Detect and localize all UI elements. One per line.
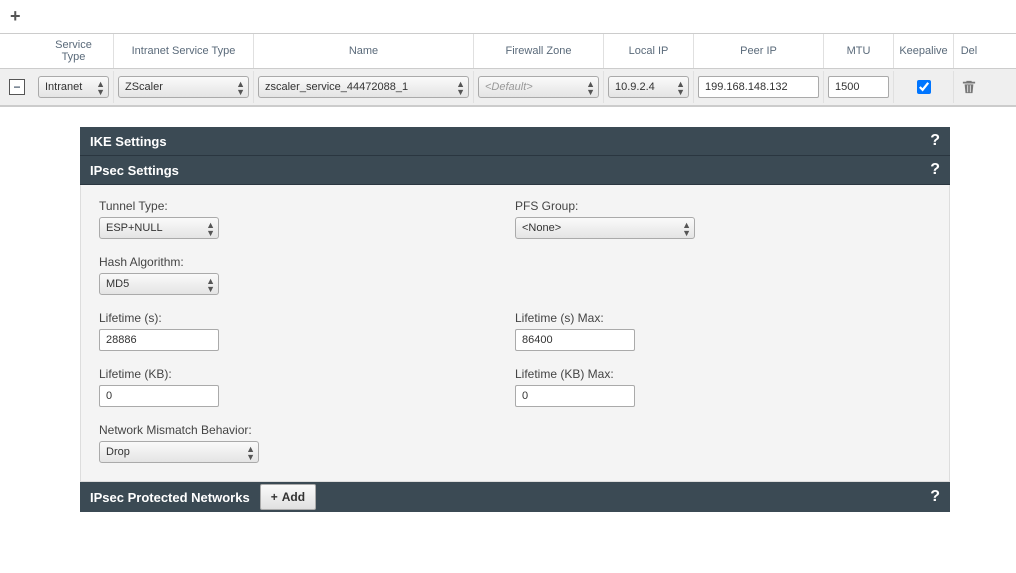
lifetime-s-input[interactable]: [99, 329, 219, 351]
select-value: 10.9.2.4: [615, 81, 655, 93]
col-label: Intranet Service Type: [132, 45, 236, 57]
select-value: Drop: [106, 446, 130, 458]
cell-collapse: −: [0, 71, 34, 103]
tunnel-type-select[interactable]: ESP+NULL ▲▼: [99, 217, 219, 239]
panel-title: IPsec Settings: [90, 163, 179, 178]
col-label: MTU: [847, 45, 871, 57]
lifetime-kb-max-input[interactable]: [515, 385, 635, 407]
lifetime-kb-max-label: Lifetime (KB) Max:: [515, 367, 931, 381]
mtu-input[interactable]: [828, 76, 889, 98]
cell-local-ip: 10.9.2.4 ▲▼: [604, 71, 694, 103]
cell-name: zscaler_service_44472088_1 ▲▼: [254, 71, 474, 103]
col-label: Keepalive: [899, 45, 947, 57]
trash-icon[interactable]: [962, 79, 976, 95]
col-label: Peer IP: [740, 45, 777, 57]
pfs-group-select[interactable]: <None> ▲▼: [515, 217, 695, 239]
services-grid: Service Type Intranet Service Type Name …: [0, 33, 1016, 107]
select-value: zscaler_service_44472088_1: [265, 81, 408, 93]
local-ip-select[interactable]: 10.9.2.4 ▲▼: [608, 76, 689, 98]
cell-intranet-service-type: ZScaler ▲▼: [114, 71, 254, 103]
col-label: Name: [349, 45, 378, 57]
lifetime-s-label: Lifetime (s):: [99, 311, 515, 325]
intranet-service-type-select[interactable]: ZScaler ▲▼: [118, 76, 249, 98]
col-label: Local IP: [629, 45, 669, 57]
select-value: <None>: [522, 222, 561, 234]
col-collapse: [0, 34, 34, 68]
lifetime-s-max-input[interactable]: [515, 329, 635, 351]
ipsec-settings-body: Tunnel Type: ESP+NULL ▲▼ PFS Group: <None…: [80, 185, 950, 482]
select-value: ZScaler: [125, 81, 163, 93]
panel-title: IPsec Protected Networks: [90, 490, 250, 505]
help-icon[interactable]: ?: [930, 132, 940, 150]
detail-panels: IKE Settings ? IPsec Settings ? Tunnel T…: [80, 127, 950, 512]
lifetime-kb-label: Lifetime (KB):: [99, 367, 515, 381]
peer-ip-input[interactable]: [698, 76, 819, 98]
lifetime-s-max-label: Lifetime (s) Max:: [515, 311, 931, 325]
updown-icon: ▲▼: [96, 80, 105, 96]
cell-peer-ip: [694, 71, 824, 103]
add-row-button[interactable]: +: [10, 6, 21, 27]
col-label: Firewall Zone: [505, 45, 571, 57]
grid-header: Service Type Intranet Service Type Name …: [0, 34, 1016, 69]
firewall-zone-select[interactable]: <Default> ▲▼: [478, 76, 599, 98]
updown-icon: ▲▼: [246, 445, 255, 461]
minus-icon: −: [13, 81, 20, 93]
plus-icon: +: [271, 490, 278, 504]
updown-icon: ▲▼: [206, 277, 215, 293]
col-keepalive: Keepalive: [894, 34, 954, 68]
col-firewall-zone: Firewall Zone: [474, 34, 604, 68]
col-mtu: MTU: [824, 34, 894, 68]
collapse-toggle[interactable]: −: [9, 79, 25, 95]
keepalive-checkbox[interactable]: [917, 80, 931, 94]
help-icon[interactable]: ?: [930, 161, 940, 179]
col-local-ip: Local IP: [604, 34, 694, 68]
ipsec-settings-header[interactable]: IPsec Settings ?: [80, 156, 950, 185]
col-name: Name: [254, 34, 474, 68]
col-service-type: Service Type: [34, 34, 114, 68]
cell-service-type: Intranet ▲▼: [34, 71, 114, 103]
col-label: Service: [55, 39, 92, 51]
pfs-group-label: PFS Group:: [515, 199, 931, 213]
network-mismatch-select[interactable]: Drop ▲▼: [99, 441, 259, 463]
hash-algorithm-label: Hash Algorithm:: [99, 255, 515, 269]
help-icon[interactable]: ?: [930, 488, 940, 506]
name-select[interactable]: zscaler_service_44472088_1 ▲▼: [258, 76, 469, 98]
col-peer-ip: Peer IP: [694, 34, 824, 68]
updown-icon: ▲▼: [676, 80, 685, 96]
updown-icon: ▲▼: [682, 221, 691, 237]
select-value: MD5: [106, 278, 129, 290]
hash-algorithm-select[interactable]: MD5 ▲▼: [99, 273, 219, 295]
lifetime-kb-input[interactable]: [99, 385, 219, 407]
select-value: ESP+NULL: [106, 222, 163, 234]
col-label: Type: [62, 51, 86, 63]
add-label: Add: [282, 490, 305, 504]
add-protected-network-button[interactable]: + Add: [260, 484, 316, 510]
cell-keepalive: [894, 71, 954, 103]
grid-row: − Intranet ▲▼ ZScaler ▲▼ zscaler_service_4…: [0, 69, 1016, 106]
cell-firewall-zone: <Default> ▲▼: [474, 71, 604, 103]
updown-icon: ▲▼: [236, 80, 245, 96]
updown-icon: ▲▼: [206, 221, 215, 237]
ipsec-protected-networks-header[interactable]: IPsec Protected Networks + Add ?: [80, 482, 950, 512]
updown-icon: ▲▼: [586, 80, 595, 96]
select-value: <Default>: [485, 81, 533, 93]
col-label: Del: [961, 45, 978, 57]
select-value: Intranet: [45, 81, 82, 93]
cell-delete: [954, 71, 984, 103]
col-delete: Del: [954, 34, 984, 68]
network-mismatch-label: Network Mismatch Behavior:: [99, 423, 515, 437]
updown-icon: ▲▼: [456, 80, 465, 96]
panel-title: IKE Settings: [90, 134, 167, 149]
col-intranet-service-type: Intranet Service Type: [114, 34, 254, 68]
cell-mtu: [824, 71, 894, 103]
ike-settings-header[interactable]: IKE Settings ?: [80, 127, 950, 156]
service-type-select[interactable]: Intranet ▲▼: [38, 76, 109, 98]
tunnel-type-label: Tunnel Type:: [99, 199, 515, 213]
